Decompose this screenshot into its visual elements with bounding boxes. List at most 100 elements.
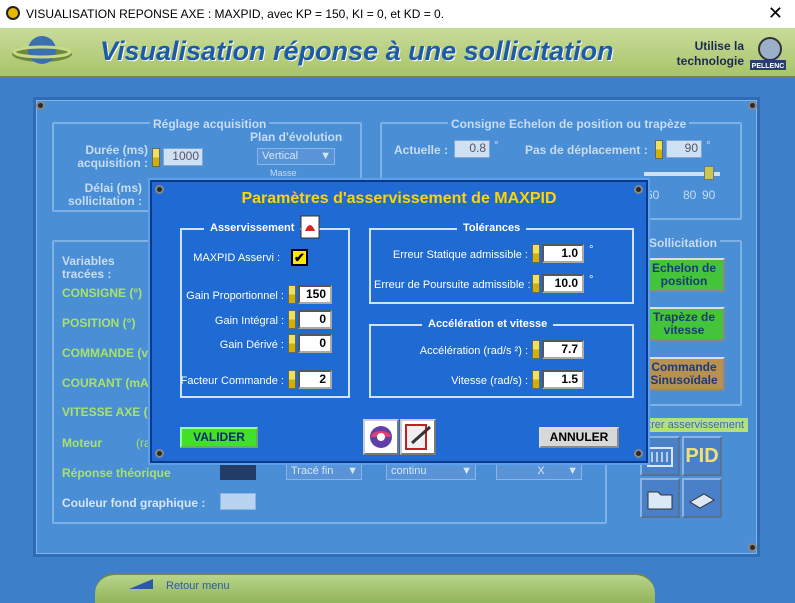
sinusoidale-button[interactable]: Commande Sinusoïdale — [643, 357, 725, 391]
slider-tick: 80 — [683, 188, 697, 202]
chevron-down-icon: ▼ — [567, 465, 578, 477]
chevron-down-icon: ▼ — [320, 150, 331, 162]
moteur-unit: (ra — [136, 436, 151, 450]
kp-input[interactable]: 150 — [298, 285, 332, 304]
folder-icon[interactable] — [640, 478, 680, 518]
screw-icon — [36, 101, 45, 110]
vitesse-label: Vitesse (rad/s) : — [451, 375, 528, 387]
asservi-label: MAXPID Asservi : — [193, 252, 280, 264]
acceleration-spinner[interactable] — [532, 340, 540, 359]
vitesse-input[interactable]: 1.5 — [542, 370, 584, 389]
pas-spinner[interactable] — [655, 140, 663, 159]
continu-select[interactable]: continu ▼ — [386, 463, 476, 480]
x-select[interactable]: X ▼ — [496, 463, 582, 480]
color-swatch[interactable] — [220, 464, 256, 480]
trapeze-button[interactable]: Trapèze de vitesse — [643, 307, 725, 341]
print-icon[interactable] — [682, 478, 722, 518]
facteur-label: Facteur Commande : — [180, 375, 284, 387]
poursuite-input[interactable]: 10.0 — [542, 274, 584, 293]
duree-input[interactable]: 1000 — [163, 148, 203, 166]
duree-spinner[interactable] — [152, 148, 160, 167]
screw-icon — [634, 449, 643, 458]
kd-spinner[interactable] — [288, 334, 296, 353]
plan-label: Plan d'évolution — [250, 130, 343, 144]
screw-icon — [748, 101, 757, 110]
screw-icon — [748, 543, 757, 552]
fond-color-swatch[interactable] — [220, 493, 256, 510]
plan-select[interactable]: Vertical ▼ — [257, 148, 335, 165]
consigne-title: Consigne Echelon de position ou trapèze — [448, 117, 690, 131]
variables-header: Variables tracées : — [62, 254, 115, 281]
pas-input[interactable]: 90 — [666, 140, 702, 158]
back-arrow-icon[interactable] — [127, 577, 155, 591]
kp-spinner[interactable] — [288, 285, 296, 304]
var-consigne[interactable]: CONSIGNE (°) — [62, 286, 142, 300]
acceleration-input[interactable]: 7.7 — [542, 340, 584, 359]
statique-label: Erreur Statique admissible : — [392, 249, 528, 261]
asservissement-title: Asservissement — [204, 222, 301, 234]
annuler-button[interactable]: ANNULER — [539, 427, 619, 448]
asservissement-dialog: Paramètres d'asservissement de MAXPID As… — [150, 180, 648, 463]
actuelle-value: 0.8 — [454, 140, 490, 158]
trace-select[interactable]: Tracé fin ▼ — [286, 463, 362, 480]
ki-label: Gain Intégral : — [214, 315, 284, 327]
retour-menu-link[interactable]: Retour menu — [166, 580, 230, 592]
banner-title: Visualisation réponse à une sollicitatio… — [100, 36, 614, 66]
chevron-down-icon: ▼ — [461, 465, 472, 477]
kd-label: Gain Dérivé : — [219, 339, 284, 351]
pid-button[interactable]: PID — [682, 436, 722, 476]
chevron-down-icon: ▼ — [347, 465, 358, 477]
poursuite-spinner[interactable] — [532, 274, 540, 293]
degree-symbol: ° — [589, 274, 594, 286]
tolerances-group — [369, 228, 634, 304]
close-icon[interactable]: ✕ — [768, 3, 783, 24]
parametrer-asservissement-link[interactable]: ètrer asservissement — [636, 418, 748, 432]
echelon-button[interactable]: Echelon de position — [643, 258, 725, 292]
var-moteur[interactable]: Moteur — [62, 436, 102, 450]
degree-symbol: ° — [494, 138, 499, 152]
couleur-label: Couleur fond graphique : — [62, 496, 206, 510]
pas-label: Pas de déplacement : — [525, 143, 648, 157]
dialog-title: Paramètres d'asservissement de MAXPID — [241, 190, 557, 207]
ki-input[interactable]: 0 — [298, 310, 332, 329]
window-title: VISUALISATION REPONSE AXE : MAXPID, avec… — [26, 7, 445, 21]
var-courant[interactable]: COURANT (mA) — [62, 376, 153, 390]
banner-tech-text: Utilise la technologie — [676, 39, 744, 68]
duree-label: Durée (ms) acquisition : — [77, 143, 148, 170]
globe-icon — [12, 36, 72, 64]
facteur-spinner[interactable] — [288, 370, 296, 389]
acquisition-title: Réglage acquisition — [150, 117, 270, 131]
slider-tick: 90 — [702, 188, 716, 202]
edit-document-icon[interactable] — [400, 419, 436, 455]
pas-slider-thumb[interactable] — [704, 166, 714, 180]
app-banner: Visualisation réponse à une sollicitatio… — [0, 28, 795, 78]
vitesse-spinner[interactable] — [532, 370, 540, 389]
valider-button[interactable]: VALIDER — [180, 427, 258, 448]
masse-label: Masse — [270, 168, 297, 178]
screw-icon — [155, 449, 164, 458]
var-vitesse[interactable]: VITESSE AXE ( — [62, 405, 148, 419]
svg-text:PELLENC: PELLENC — [752, 63, 785, 70]
ki-spinner[interactable] — [288, 310, 296, 329]
var-position[interactable]: POSITION (°) — [62, 316, 135, 330]
kd-input[interactable]: 0 — [298, 334, 332, 353]
kp-label: Gain Proportionnel : — [186, 290, 284, 302]
actuelle-label: Actuelle : — [394, 143, 449, 157]
statique-input[interactable]: 1.0 — [542, 244, 584, 263]
var-commande[interactable]: COMMANDE (v — [62, 346, 148, 360]
asservi-checkbox[interactable]: ✔ — [291, 249, 308, 266]
poursuite-label: Erreur de Poursuite admissible : — [374, 279, 531, 291]
statique-spinner[interactable] — [532, 244, 540, 263]
acceleration-title: Accélération et vitesse — [422, 318, 554, 330]
window-titlebar: VISUALISATION REPONSE AXE : MAXPID, avec… — [0, 0, 795, 28]
sollicitation-title: Sollicitation — [646, 236, 721, 250]
acceleration-label: Accélération (rad/s ²) : — [419, 345, 528, 357]
pellenc-logo: PELLENC — [750, 37, 786, 70]
pdf-icon[interactable] — [300, 215, 320, 239]
refresh-icon[interactable] — [363, 419, 399, 455]
degree-symbol: ° — [706, 138, 711, 152]
app-icon — [6, 6, 20, 20]
degree-symbol: ° — [589, 244, 594, 256]
var-reponse-theorique[interactable]: Réponse théorique — [62, 466, 171, 480]
facteur-input[interactable]: 2 — [298, 370, 332, 389]
